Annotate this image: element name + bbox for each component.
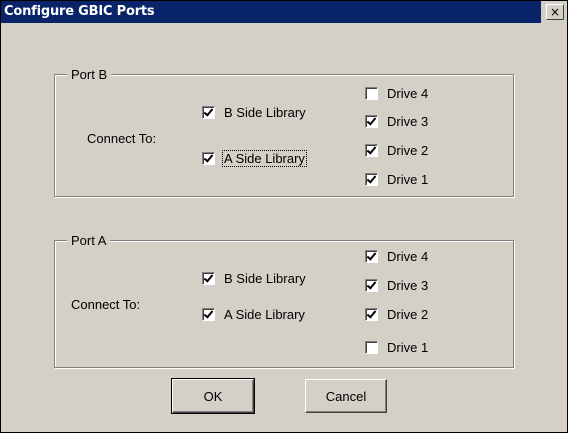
checkbox-box	[365, 308, 378, 321]
port-a-legend: Port A	[67, 233, 111, 248]
port-b-group: Port B Connect To: B Side Library A Side…	[54, 67, 514, 197]
port-b-a-side-library-checkbox[interactable]: A Side Library	[202, 150, 307, 167]
checkbox-box	[365, 115, 378, 128]
port-a-drive-4-checkbox[interactable]: Drive 4	[365, 249, 428, 264]
port-b-drive-3-checkbox[interactable]: Drive 3	[365, 114, 428, 129]
checkbox-label: B Side Library	[224, 271, 306, 286]
port-a-group: Port A Connect To: B Side Library A Side…	[54, 233, 514, 368]
port-a-b-side-library-checkbox[interactable]: B Side Library	[202, 271, 306, 286]
checkbox-label: Drive 4	[387, 249, 429, 264]
window-title: Configure GBIC Ports	[4, 4, 155, 19]
checkbox-box	[202, 308, 215, 321]
cancel-button[interactable]: Cancel	[305, 379, 387, 413]
checkbox-label: A Side Library	[222, 150, 307, 167]
port-a-drive-3-checkbox[interactable]: Drive 3	[365, 278, 428, 293]
port-b-legend: Port B	[67, 67, 112, 82]
port-a-connect-to-label: Connect To:	[71, 297, 141, 312]
port-b-drive-4-checkbox[interactable]: Drive 4	[365, 86, 428, 101]
checkbox-label: Drive 1	[387, 172, 429, 187]
checkbox-box	[365, 173, 378, 186]
port-a-drive-2-checkbox[interactable]: Drive 2	[365, 307, 428, 322]
checkbox-label: Drive 3	[387, 278, 429, 293]
ok-button[interactable]: OK	[171, 378, 255, 414]
checkbox-box	[202, 152, 215, 165]
checkbox-box	[202, 272, 215, 285]
port-b-connect-to-label: Connect To:	[87, 131, 157, 146]
ok-button-label: OK	[203, 388, 223, 404]
dialog-window: Configure GBIC Ports × Port B Connect To…	[0, 0, 568, 433]
checkbox-box	[365, 87, 378, 100]
close-icon: ×	[549, 5, 561, 19]
port-b-drive-1-checkbox[interactable]: Drive 1	[365, 172, 428, 187]
checkbox-box	[202, 106, 215, 119]
checkbox-label: Drive 1	[387, 340, 429, 355]
port-b-b-side-library-checkbox[interactable]: B Side Library	[202, 105, 306, 120]
checkbox-label: Drive 2	[387, 307, 429, 322]
close-button[interactable]: ×	[546, 4, 564, 20]
checkbox-label: A Side Library	[224, 307, 305, 322]
checkbox-label: Drive 4	[387, 86, 429, 101]
checkbox-label: Drive 2	[387, 143, 429, 158]
checkbox-box	[365, 341, 378, 354]
port-a-a-side-library-checkbox[interactable]: A Side Library	[202, 307, 305, 322]
checkbox-label: Drive 3	[387, 114, 429, 129]
port-b-drive-2-checkbox[interactable]: Drive 2	[365, 143, 428, 158]
cancel-button-label: Cancel	[325, 388, 367, 404]
checkbox-box	[365, 144, 378, 157]
port-a-drive-1-checkbox[interactable]: Drive 1	[365, 340, 428, 355]
title-bar[interactable]: Configure GBIC Ports ×	[1, 1, 567, 23]
checkbox-box	[365, 279, 378, 292]
checkbox-label: B Side Library	[224, 105, 306, 120]
checkbox-box	[365, 250, 378, 263]
